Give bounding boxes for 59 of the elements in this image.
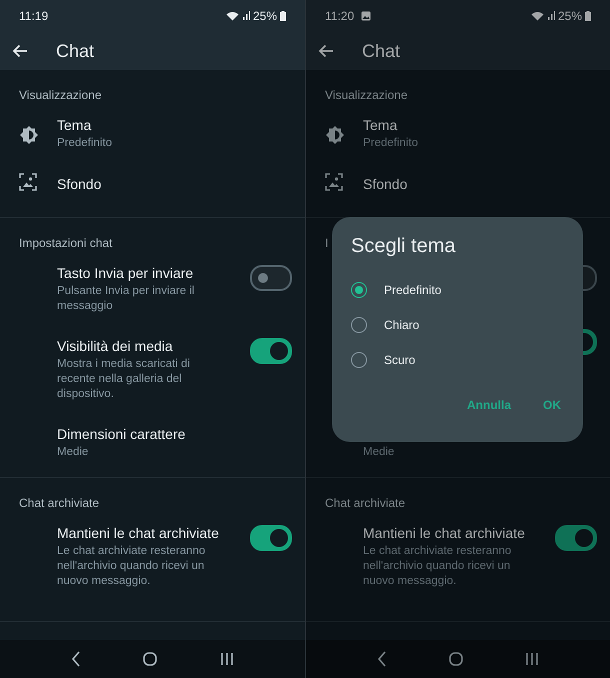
setting-title[interactable]: Sfondo [363, 176, 533, 193]
toggle-switch[interactable] [555, 525, 597, 551]
wallpaper-icon [325, 173, 343, 191]
section-header: Chat archiviate [325, 496, 406, 510]
setting-title[interactable]: Mantieni le chat archiviate [363, 525, 533, 542]
page-title: Chat [56, 40, 94, 62]
home-nav-icon[interactable] [143, 652, 158, 666]
option-label[interactable]: Scuro [384, 353, 416, 367]
setting-description: Le chat archiviate resteranno nell'archivio quando ricevi un nuovo messaggio. [57, 544, 206, 589]
setting-description: Medie [363, 445, 396, 460]
status-time: 11:19 [19, 9, 48, 23]
dialog-title: Scegli tema [351, 235, 456, 258]
battery-percent: 25% [558, 9, 582, 23]
radio-button[interactable] [351, 282, 367, 298]
battery-icon [280, 11, 286, 21]
brightness-icon [325, 125, 345, 145]
page-title: Chat [362, 40, 400, 62]
back-arrow-icon[interactable] [318, 44, 334, 58]
option-label[interactable]: Predefinito [384, 283, 442, 297]
setting-title[interactable]: Dimensioni carattere [57, 426, 227, 443]
battery-icon [585, 11, 591, 21]
image-notification-icon [361, 11, 372, 21]
brightness-icon [19, 125, 39, 145]
section-header: I [325, 236, 328, 250]
setting-description: Predefinito [57, 136, 113, 151]
section-header: Chat archiviate [19, 496, 100, 510]
setting-title[interactable]: Visibilità dei media [57, 338, 227, 355]
status-time: 11:20 [325, 9, 354, 23]
option-label[interactable]: Chiaro [384, 318, 420, 332]
wallpaper-icon [19, 173, 37, 191]
back-nav-icon[interactable] [71, 651, 82, 667]
back-nav-icon[interactable] [377, 651, 387, 667]
signal-icon [546, 11, 555, 21]
setting-description: Mostra i media scaricati di recente nella galleria del dispositivo. [57, 357, 191, 402]
setting-title[interactable]: Sfondo [57, 176, 227, 193]
setting-description: Medie [57, 445, 90, 460]
radio-button[interactable] [351, 352, 367, 368]
setting-description: Pulsante Invia per inviare il messaggio [57, 284, 196, 314]
setting-description: Le chat archiviate resteranno nell'archivio quando ricevi un nuovo messaggio. [363, 544, 512, 589]
section-header: Visualizzazione [19, 88, 102, 102]
setting-title[interactable]: Tema [363, 117, 533, 134]
section-header: Visualizzazione [325, 88, 408, 102]
battery-percent: 25% [252, 9, 277, 23]
section-header: Impostazioni chat [19, 236, 112, 250]
toggle-switch[interactable] [250, 338, 292, 364]
back-arrow-icon[interactable] [12, 44, 28, 58]
wifi-icon [226, 11, 239, 21]
setting-title[interactable]: Tema [57, 117, 227, 134]
signal-icon [242, 11, 250, 21]
setting-description: Predefinito [363, 136, 419, 151]
toggle-switch[interactable] [250, 525, 292, 551]
setting-title[interactable]: Tasto Invia per inviare [57, 265, 227, 282]
home-nav-icon[interactable] [449, 652, 463, 666]
radio-button[interactable] [351, 317, 367, 333]
recents-nav-icon[interactable] [525, 652, 539, 666]
toggle-switch[interactable] [250, 265, 292, 291]
recents-nav-icon[interactable] [220, 652, 234, 666]
wifi-icon [530, 11, 544, 21]
setting-title[interactable]: Mantieni le chat archiviate [57, 525, 227, 542]
